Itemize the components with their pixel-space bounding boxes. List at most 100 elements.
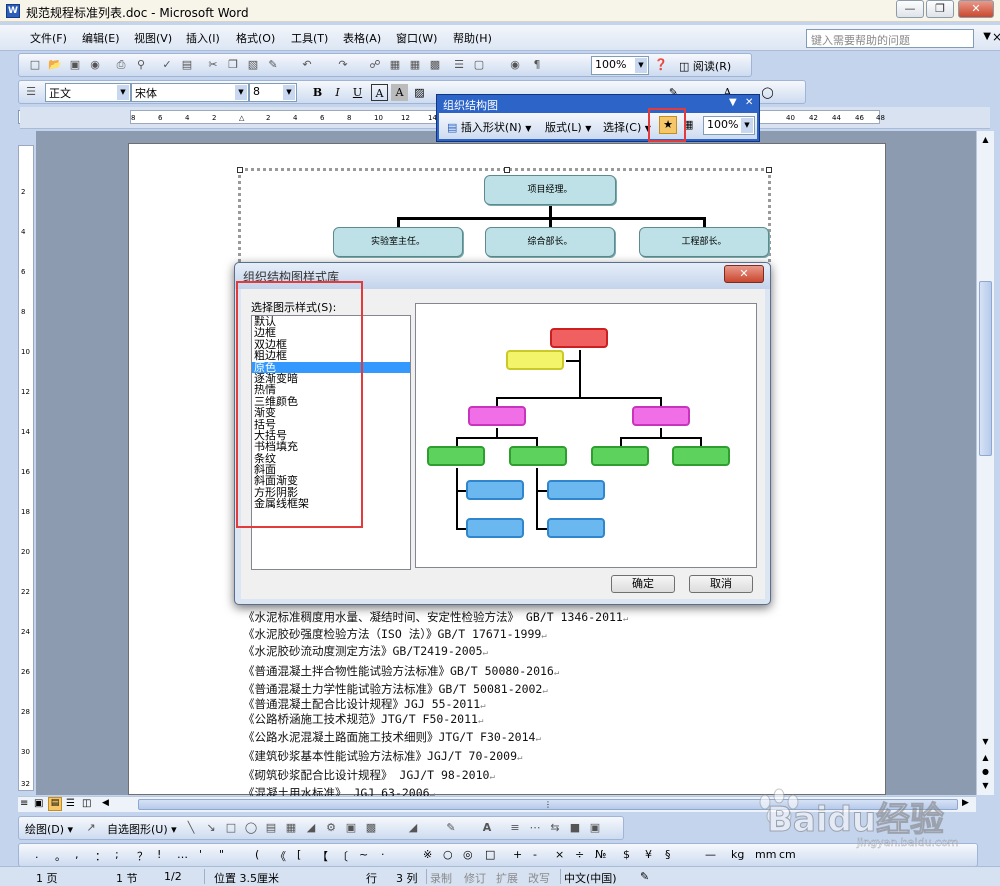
select-browse-object-icon[interactable]: ● — [979, 765, 992, 778]
symbol-button[interactable]: $ — [623, 848, 630, 861]
doc-line[interactable]: 《水泥胶砂强度检验方法（ISO 法）》GB/T 17671-1999↵ — [243, 626, 547, 642]
menu-format[interactable]: 格式(O) — [236, 30, 275, 46]
symbol-button[interactable]: ( — [255, 848, 259, 861]
symbol-button[interactable]: ¥ — [645, 848, 652, 861]
symbol-button[interactable]: × — [555, 848, 564, 861]
resize-handle[interactable] — [766, 167, 772, 173]
rectangle-icon[interactable]: □ — [223, 820, 239, 836]
line-icon[interactable]: ╲ — [183, 820, 199, 836]
undo-icon[interactable]: ↶ — [299, 57, 315, 73]
spelling-icon[interactable]: ✓ — [159, 57, 175, 73]
menu-edit[interactable]: 编辑(E) — [82, 30, 120, 46]
doc-line[interactable]: 《建筑砂浆基本性能试验方法标准》JGJ/T 70-2009↵ — [243, 748, 522, 764]
textbox-icon[interactable]: ▤ — [263, 820, 279, 836]
symbol-button[interactable]: 〔 — [337, 848, 348, 864]
symbol-button[interactable]: ' — [199, 848, 202, 861]
bold-button[interactable]: B — [309, 84, 326, 101]
menu-tools[interactable]: 工具(T) — [291, 30, 328, 46]
format-painter-icon[interactable]: ✎ — [265, 57, 281, 73]
scroll-up-icon[interactable]: ▲ — [979, 133, 992, 146]
cut-icon[interactable]: ✂ — [205, 57, 221, 73]
chevron-down-icon[interactable]: ▼ — [741, 118, 753, 133]
org-chart-canvas[interactable]: 项目经理。 实验室主任。 综合部长。 工程部长。 — [237, 167, 772, 268]
insert-excel-icon[interactable]: ▩ — [427, 57, 443, 73]
wordart-icon[interactable]: ◢ — [303, 820, 319, 836]
italic-button[interactable]: I — [329, 84, 346, 101]
char-border-button[interactable]: A — [371, 84, 388, 101]
drawing-icon[interactable]: ▢ — [471, 57, 487, 73]
symbol-button[interactable]: + — [513, 848, 522, 861]
toolbar-options-icon[interactable]: ▼ — [729, 97, 737, 108]
fill-color-icon[interactable]: ◢ — [405, 820, 421, 836]
normal-view-icon[interactable]: ≡ — [20, 798, 28, 809]
vertical-textbox-icon[interactable]: ▦ — [283, 820, 299, 836]
insert-table-icon[interactable]: ▦ — [407, 57, 423, 73]
redo-icon[interactable]: ↷ — [335, 57, 351, 73]
scroll-down-icon[interactable]: ▼ — [979, 735, 992, 748]
symbol-button[interactable]: , — [75, 848, 79, 861]
styles-pane-icon[interactable]: ☰ — [23, 84, 39, 100]
scroll-left-icon[interactable]: ◀ — [102, 798, 109, 808]
doc-line[interactable]: 《公路桥涵施工技术规范》JTG/T F50-2011↵ — [243, 711, 483, 727]
symbol-button[interactable]: · — [381, 848, 385, 861]
symbol-button[interactable]: ~ — [359, 848, 368, 861]
columns-icon[interactable]: ☰ — [451, 57, 467, 73]
help-icon[interactable]: ❓ — [653, 57, 669, 73]
status-ovr[interactable]: 改写 — [528, 870, 550, 886]
draw-menu-button[interactable]: 绘图(D) ▾ — [25, 821, 73, 837]
permission-icon[interactable]: ◉ — [87, 57, 103, 73]
style-combo[interactable]: 正文 ▼ — [45, 83, 131, 102]
zoom-combo[interactable]: 100% ▼ — [591, 56, 649, 75]
org-zoom-combo[interactable]: 100% ▼ — [703, 116, 755, 135]
chevron-down-icon[interactable]: ▼ — [635, 58, 647, 73]
layout-button[interactable]: 版式(L) ▼ — [545, 119, 591, 135]
symbol-button[interactable]: ; — [115, 848, 119, 861]
encircle-char-icon[interactable]: ◯ — [759, 84, 776, 101]
ok-button[interactable]: 确定 — [611, 575, 675, 593]
symbol-button[interactable]: № — [595, 848, 606, 861]
resize-handle[interactable] — [504, 167, 510, 173]
close-window-button[interactable]: ✕ — [958, 0, 994, 18]
3d-style-icon[interactable]: ▣ — [587, 820, 603, 836]
close-doc-icon[interactable]: × — [992, 30, 1000, 44]
doc-line[interactable]: 《水泥标准稠度用水量、凝结时间、安定性检验方法》 GB/T 1346-2011↵ — [243, 609, 628, 625]
menu-insert[interactable]: 插入(I) — [186, 30, 220, 46]
char-shading-button[interactable]: A — [391, 84, 408, 101]
vertical-ruler[interactable]: 2 4 6 8 10 12 14 16 18 20 22 24 26 28 30… — [18, 145, 34, 791]
copy-icon[interactable]: ❐ — [225, 57, 241, 73]
document-map-icon[interactable]: ◉ — [507, 57, 523, 73]
symbol-button[interactable]: 《 — [275, 848, 286, 864]
diagram-icon[interactable]: ⚙ — [323, 820, 339, 836]
show-hide-icon[interactable]: ¶ — [529, 57, 545, 73]
picture-icon[interactable]: ▩ — [363, 820, 379, 836]
oval-icon[interactable]: ◯ — [243, 820, 259, 836]
save-icon[interactable]: ▣ — [67, 57, 83, 73]
line-style-icon[interactable]: ≡ — [507, 820, 523, 836]
symbol-button[interactable]: 【 — [317, 848, 328, 864]
org-node-child[interactable]: 实验室主任。 — [333, 227, 463, 257]
menu-window[interactable]: 窗口(W) — [396, 30, 437, 46]
tables-borders-icon[interactable]: ▦ — [387, 57, 403, 73]
symbol-button[interactable]: — — [705, 848, 716, 861]
dash-style-icon[interactable]: ⋯ — [527, 820, 543, 836]
symbol-button[interactable]: □ — [485, 848, 495, 861]
org-node-child[interactable]: 综合部长。 — [485, 227, 615, 257]
chevron-down-icon[interactable]: ▼ — [235, 85, 247, 100]
doc-line[interactable]: 《普通混凝土力学性能试验方法标准》GB/T 50081-2002↵ — [243, 681, 548, 697]
symbol-button[interactable]: - — [533, 848, 537, 861]
resize-handle[interactable] — [237, 167, 243, 173]
word-doc-icon[interactable]: W — [6, 4, 20, 18]
vertical-scrollbar[interactable]: ▲ ▼ ▲ ● ▼ — [976, 131, 994, 795]
doc-line[interactable]: 《普通混凝土拌合物性能试验方法标准》GB/T 50080-2016↵ — [243, 663, 559, 679]
symbol-button[interactable]: kg — [731, 848, 744, 861]
research-icon[interactable]: ▤ — [179, 57, 195, 73]
minimize-button[interactable]: — — [896, 0, 924, 18]
arrow-icon[interactable]: ↘ — [203, 820, 219, 836]
symbol-button[interactable]: ※ — [423, 848, 432, 861]
close-icon[interactable]: ✕ — [745, 97, 753, 108]
chevron-down-icon[interactable]: ▼ — [117, 85, 129, 100]
print-preview-icon[interactable]: ⚲ — [133, 57, 149, 73]
doc-line[interactable]: 《普通混凝土配合比设计规程》JGJ 55-2011↵ — [243, 696, 486, 712]
help-search-input[interactable]: 键入需要帮助的问题 ▼ — [806, 29, 991, 48]
read-mode-button[interactable]: ◫ 阅读(R) — [679, 58, 731, 74]
